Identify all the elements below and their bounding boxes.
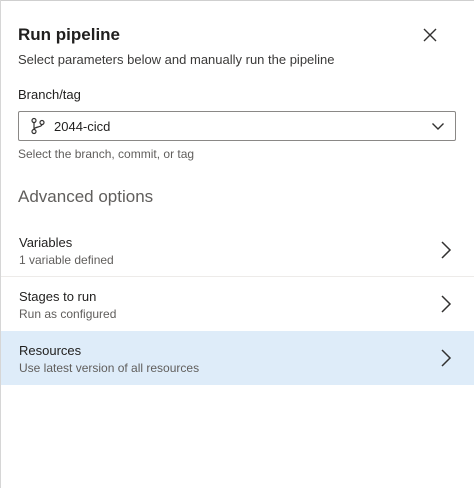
chevron-right-icon: [441, 295, 452, 313]
advanced-options-heading: Advanced options: [18, 187, 154, 206]
option-resources[interactable]: Resources Use latest version of all reso…: [1, 331, 474, 385]
branch-tag-dropdown[interactable]: 2044-cicd: [18, 111, 456, 141]
chevron-down-icon: [432, 123, 444, 130]
branch-tag-label: Branch/tag: [18, 87, 81, 102]
option-variables[interactable]: Variables 1 variable defined: [1, 223, 474, 277]
option-title: Stages to run: [19, 289, 97, 304]
option-stages-to-run[interactable]: Stages to run Run as configured: [1, 277, 474, 331]
option-subtitle: Run as configured: [19, 307, 117, 321]
chevron-right-icon: [441, 349, 452, 367]
branch-value: 2044-cicd: [54, 119, 111, 134]
branch-helper-text: Select the branch, commit, or tag: [18, 147, 195, 161]
panel-title: Run pipeline: [18, 25, 120, 44]
option-subtitle: 1 variable defined: [19, 253, 114, 267]
git-branch-icon: [31, 117, 45, 135]
panel-subtitle: Select parameters below and manually run…: [18, 52, 335, 67]
run-pipeline-panel: Run pipeline Select parameters below and…: [0, 0, 474, 488]
option-subtitle: Use latest version of all resources: [19, 361, 200, 375]
option-title: Resources: [19, 343, 82, 358]
top-border: [1, 0, 474, 1]
close-icon: [423, 28, 437, 42]
chevron-right-icon: [441, 241, 452, 259]
option-title: Variables: [19, 235, 73, 250]
close-button[interactable]: [418, 23, 442, 47]
